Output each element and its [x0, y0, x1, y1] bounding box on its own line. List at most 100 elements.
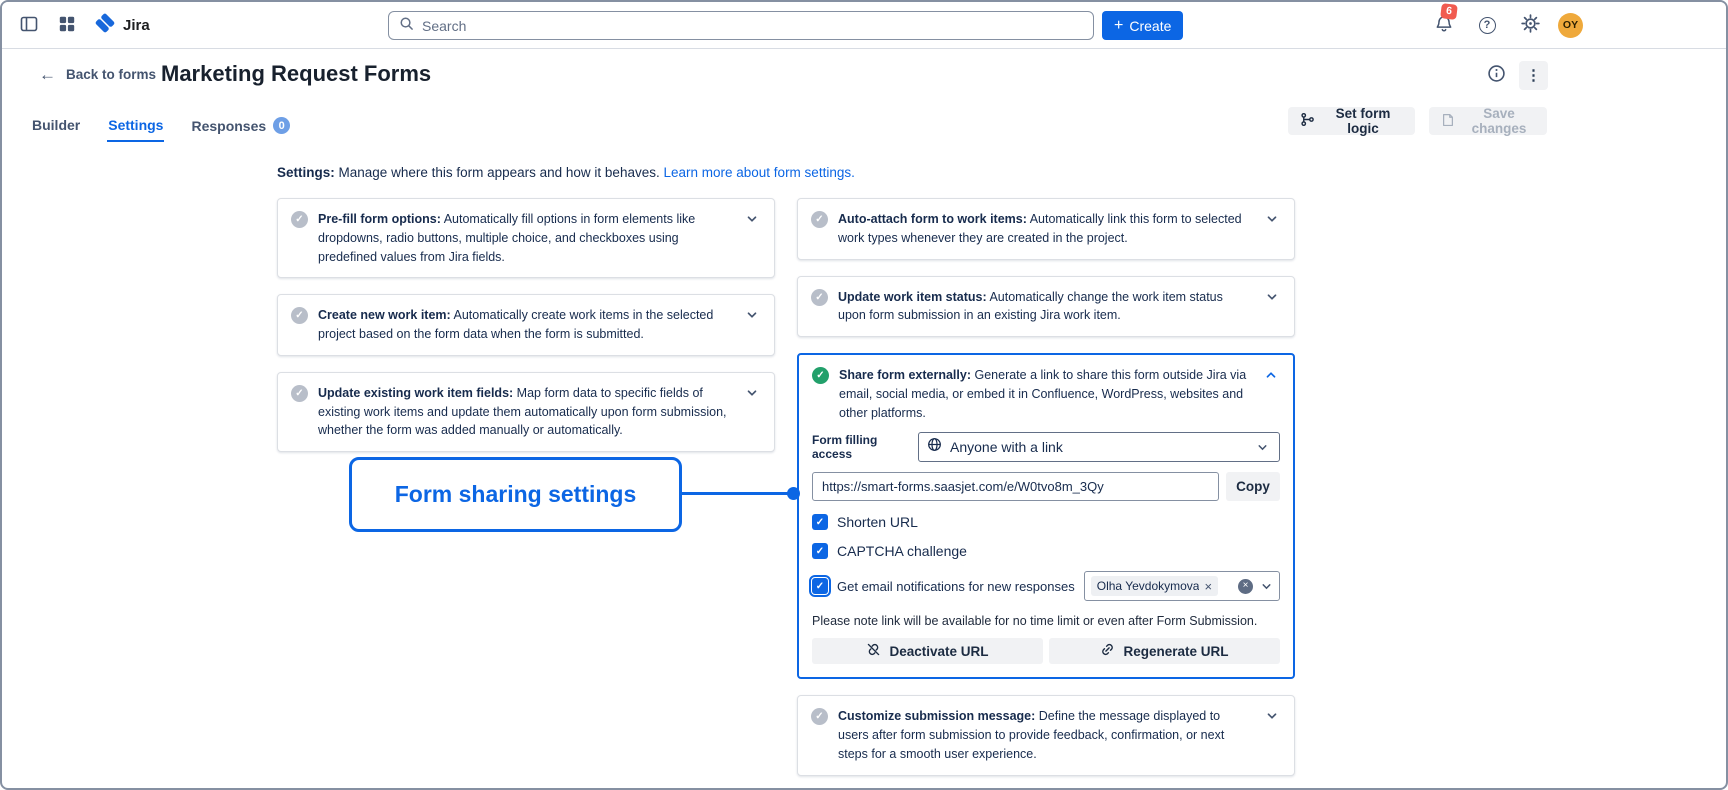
chevron-down-icon [1253, 438, 1271, 456]
chevron-down-icon[interactable] [1263, 288, 1281, 306]
link-slash-icon [866, 642, 881, 660]
card-title: Auto-attach form to work items: [838, 212, 1027, 226]
search-input[interactable] [422, 18, 1083, 34]
card-title: Update work item status: [838, 290, 987, 304]
share-url-actions: Deactivate URL Regenerate URL [812, 638, 1280, 664]
status-check-icon: ✓ [291, 385, 308, 402]
recipient-tag: Olha Yevdokymova × [1091, 576, 1218, 596]
status-check-icon: ✓ [811, 708, 828, 725]
share-availability-note: Please note link will be available for n… [812, 614, 1280, 628]
create-button[interactable]: + Create [1102, 11, 1183, 40]
card-text: Customize submission message: Define the… [838, 707, 1253, 763]
remove-tag-icon[interactable]: × [1204, 580, 1212, 593]
tab-responses-label: Responses [191, 118, 266, 134]
card-prefill-form-options[interactable]: ✓ Pre-fill form options: Automatically f… [277, 198, 775, 278]
shorten-url-checkbox[interactable]: ✓ [812, 514, 828, 530]
plus-icon: + [1114, 18, 1123, 34]
chevron-down-icon[interactable] [743, 210, 761, 228]
search-bar[interactable] [388, 11, 1094, 40]
card-share-form-externally: ✓ Share form externally: Generate a link… [797, 353, 1295, 679]
chevron-down-icon[interactable] [743, 306, 761, 324]
card-title: Update existing work item fields: [318, 386, 513, 400]
responses-count-badge: 0 [273, 117, 290, 134]
share-card-header[interactable]: ✓ Share form externally: Generate a link… [812, 366, 1280, 422]
info-button[interactable] [1481, 60, 1511, 90]
card-auto-attach-form[interactable]: ✓ Auto-attach form to work items: Automa… [797, 198, 1295, 260]
chevron-down-icon[interactable] [1259, 577, 1273, 595]
avatar[interactable]: OY [1558, 13, 1583, 38]
jira-logo-icon [94, 12, 116, 39]
captcha-option: ✓ CAPTCHA challenge [812, 543, 1280, 559]
regenerate-url-button[interactable]: Regenerate URL [1049, 638, 1280, 664]
card-update-work-item-status[interactable]: ✓ Update work item status: Automatically… [797, 276, 1295, 338]
card-text: Create new work item: Automatically crea… [318, 306, 733, 344]
app-switcher-button[interactable] [52, 10, 82, 40]
jira-home-link[interactable]: Jira [90, 12, 154, 39]
notifications-button[interactable]: 6 [1429, 10, 1459, 40]
success-check-icon: ✓ [812, 367, 829, 384]
save-changes-label: Save changes [1463, 106, 1535, 136]
settings-intro: Settings: Manage where this form appears… [277, 165, 855, 180]
deactivate-url-label: Deactivate URL [889, 644, 988, 659]
status-check-icon: ✓ [811, 289, 828, 306]
chevron-down-icon[interactable] [1263, 707, 1281, 725]
back-to-forms-link[interactable]: ← Back to forms [39, 66, 156, 83]
share-url-input[interactable] [812, 472, 1219, 501]
regenerate-url-label: Regenerate URL [1123, 644, 1228, 659]
annotation-callout: Form sharing settings [349, 457, 682, 532]
form-filling-access-select[interactable]: Anyone with a link [918, 432, 1280, 462]
chevron-up-icon[interactable] [1262, 366, 1280, 384]
set-form-logic-button[interactable]: Set form logic [1288, 107, 1415, 135]
notification-recipients-select[interactable]: Olha Yevdokymova × × [1084, 571, 1280, 601]
save-file-icon [1441, 113, 1455, 130]
deactivate-url-button[interactable]: Deactivate URL [812, 638, 1043, 664]
chevron-down-icon[interactable] [1263, 210, 1281, 228]
card-title: Share form externally: [839, 368, 971, 382]
more-options-button[interactable]: ⋮ [1519, 61, 1548, 90]
card-text: Pre-fill form options: Automatically fil… [318, 210, 733, 266]
create-label: Create [1129, 18, 1171, 34]
copy-button[interactable]: Copy [1226, 472, 1280, 501]
shorten-url-option: ✓ Shorten URL [812, 514, 1280, 530]
card-text: Update existing work item fields: Map fo… [318, 384, 733, 440]
notification-count-badge: 6 [1440, 3, 1457, 19]
app-name: Jira [123, 17, 150, 34]
card-title: Create new work item: [318, 308, 451, 322]
card-update-existing-work-item-fields[interactable]: ✓ Update existing work item fields: Map … [277, 372, 775, 452]
status-check-icon: ✓ [811, 211, 828, 228]
shorten-url-label: Shorten URL [837, 514, 918, 530]
card-text: Update work item status: Automatically c… [838, 288, 1253, 326]
email-notifications-checkbox[interactable]: ✓ [812, 578, 828, 594]
page-title: Marketing Request Forms [161, 61, 431, 87]
card-customize-submission-message[interactable]: ✓ Customize submission message: Define t… [797, 695, 1295, 775]
help-icon: ? [1479, 17, 1496, 34]
settings-column-left: ✓ Pre-fill form options: Automatically f… [277, 198, 775, 452]
sidebar-panel-icon [19, 14, 39, 37]
card-text: Auto-attach form to work items: Automati… [838, 210, 1253, 248]
sidebar-toggle-button[interactable] [14, 10, 44, 40]
tab-settings[interactable]: Settings [107, 115, 164, 142]
settings-button[interactable] [1515, 10, 1545, 40]
save-changes-button[interactable]: Save changes [1429, 107, 1547, 135]
chevron-down-icon[interactable] [743, 384, 761, 402]
navbar-left-group: Jira [14, 2, 154, 48]
clear-select-icon[interactable]: × [1238, 579, 1253, 594]
intro-label: Settings: [277, 165, 335, 180]
email-notifications-option: ✓ Get email notifications for new respon… [812, 571, 1280, 601]
help-button[interactable]: ? [1472, 10, 1502, 40]
tab-responses[interactable]: Responses 0 [190, 115, 291, 143]
captcha-checkbox[interactable]: ✓ [812, 543, 828, 559]
tab-builder[interactable]: Builder [31, 115, 81, 142]
learn-more-link[interactable]: Learn more about form settings. [663, 165, 854, 180]
card-create-new-work-item[interactable]: ✓ Create new work item: Automatically cr… [277, 294, 775, 356]
app-grid-icon [58, 15, 76, 36]
status-check-icon: ✓ [291, 307, 308, 324]
ellipsis-icon: ⋮ [1526, 66, 1541, 84]
info-icon [1487, 64, 1506, 86]
card-title: Customize submission message: [838, 709, 1035, 723]
top-navbar: Jira + Create 6 ? [2, 2, 1726, 49]
captcha-label: CAPTCHA challenge [837, 543, 967, 559]
annotation-connector-dot [787, 487, 800, 500]
back-arrow-icon: ← [39, 66, 56, 83]
card-text: Share form externally: Generate a link t… [839, 366, 1252, 422]
